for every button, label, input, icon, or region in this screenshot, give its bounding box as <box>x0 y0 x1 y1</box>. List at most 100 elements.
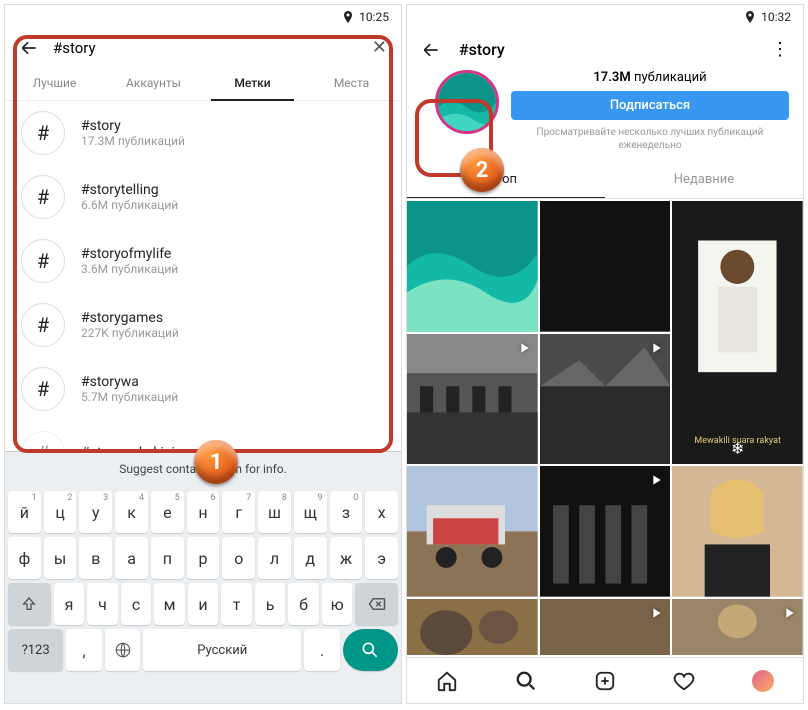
page-header: #story ⋮ <box>407 29 803 70</box>
story-ring[interactable] <box>435 70 499 134</box>
key-letter[interactable]: х <box>365 491 398 533</box>
nav-add[interactable] <box>565 658 644 703</box>
key-letter[interactable]: н6 <box>187 491 220 533</box>
result-item[interactable]: # #story17.3M публикаций <box>5 101 401 165</box>
key-letter[interactable]: в <box>79 537 112 579</box>
key-letter[interactable]: у3 <box>79 491 112 533</box>
key-letter[interactable]: ф <box>8 537 41 579</box>
search-input[interactable] <box>53 39 358 57</box>
post-thumbnail[interactable] <box>540 201 671 332</box>
key-letter[interactable]: ш8 <box>258 491 291 533</box>
search-tabs: Лучшие Аккаунты Метки Места <box>5 66 401 101</box>
post-thumbnail[interactable] <box>672 466 803 597</box>
post-thumbnail[interactable] <box>407 201 538 332</box>
key-letter[interactable]: ь <box>255 583 286 625</box>
tab-accounts[interactable]: Аккаунты <box>104 66 203 100</box>
post-thumbnail[interactable] <box>540 466 671 597</box>
key-letter[interactable]: г7 <box>222 491 255 533</box>
key-letter[interactable]: ц2 <box>44 491 77 533</box>
key-letter[interactable]: ю <box>322 583 353 625</box>
key-letter[interactable]: е5 <box>151 491 184 533</box>
nav-search[interactable] <box>486 658 565 703</box>
key-letter[interactable]: з0 <box>330 491 363 533</box>
key-letter[interactable]: м <box>154 583 185 625</box>
back-icon[interactable] <box>19 38 39 58</box>
key-letter[interactable]: т <box>221 583 252 625</box>
annotation-badge-2: 2 <box>460 148 504 192</box>
post-thumbnail[interactable] <box>672 599 803 655</box>
numeric-key[interactable]: ?123 <box>8 629 63 671</box>
key-letter[interactable]: и <box>188 583 219 625</box>
key-letter[interactable]: р <box>187 537 220 579</box>
tab-recent[interactable]: Недавние <box>605 162 803 198</box>
post-thumbnail[interactable] <box>540 599 671 655</box>
result-count: 3.6M публикаций <box>81 262 178 276</box>
result-count: 5.7M публикаций <box>81 390 178 404</box>
result-item[interactable]: # #storywa5.7M публикаций <box>5 357 401 421</box>
hash-icon: # <box>21 111 65 155</box>
video-icon <box>648 340 664 356</box>
key-letter[interactable]: ы <box>44 537 77 579</box>
post-thumbnail[interactable] <box>407 466 538 597</box>
hashtag-info: 17.3M публикаций Подписаться Просматрива… <box>407 70 803 152</box>
post-grid-2 <box>407 466 803 597</box>
more-icon[interactable]: ⋮ <box>771 39 789 60</box>
period-key[interactable]: . <box>304 629 340 671</box>
key-letter[interactable]: о <box>222 537 255 579</box>
nav-profile[interactable] <box>724 658 803 703</box>
key-letter[interactable]: щ9 <box>294 491 327 533</box>
annotation-badge-1: 1 <box>194 440 238 484</box>
key-letter[interactable]: с <box>121 583 152 625</box>
tab-places[interactable]: Места <box>302 66 401 100</box>
status-time: 10:32 <box>761 10 791 24</box>
bottom-nav <box>407 657 803 703</box>
keyboard: й1ц2у3к4е5н6г7ш8щ9з0х фывапролджэ ячсмит… <box>5 485 401 703</box>
status-time: 10:25 <box>359 10 389 24</box>
space-key[interactable]: Русский <box>143 629 301 671</box>
hashtag-screen: 10:32 #story ⋮ 17.3M публикаций Подписат… <box>406 4 804 704</box>
key-letter[interactable]: л <box>258 537 291 579</box>
key-letter[interactable]: ч <box>87 583 118 625</box>
post-thumbnail[interactable] <box>407 334 538 465</box>
nav-home[interactable] <box>407 658 486 703</box>
shift-key[interactable] <box>8 583 51 625</box>
nav-activity[interactable] <box>645 658 724 703</box>
key-letter[interactable]: п <box>151 537 184 579</box>
back-icon[interactable] <box>421 40 441 60</box>
status-bar: 10:25 <box>5 5 401 29</box>
post-grid-3 <box>407 599 803 655</box>
key-letter[interactable]: й1 <box>8 491 41 533</box>
key-letter[interactable]: ж <box>330 537 363 579</box>
clear-icon[interactable]: ✕ <box>372 37 387 58</box>
tab-tags[interactable]: Метки <box>203 66 302 100</box>
key-letter[interactable]: э <box>365 537 398 579</box>
search-key[interactable] <box>343 629 398 671</box>
tab-top[interactable]: Топ <box>407 162 605 198</box>
post-grid: Mewakili suara rakyat ❄ <box>407 201 803 464</box>
status-bar: 10:32 <box>407 5 803 29</box>
result-item[interactable]: # #storytelling6.6M публикаций <box>5 165 401 229</box>
hash-icon: # <box>21 239 65 283</box>
key-letter[interactable]: к4 <box>115 491 148 533</box>
post-thumbnail[interactable] <box>407 599 538 655</box>
post-thumbnail[interactable]: Mewakili suara rakyat ❄ <box>672 201 803 464</box>
key-letter[interactable]: а <box>115 537 148 579</box>
video-icon <box>516 340 532 356</box>
result-item[interactable]: # #storyofmylife3.6M публикаций <box>5 229 401 293</box>
result-tag: #storywa <box>81 374 178 390</box>
result-count: 17.3M публикаций <box>81 134 185 148</box>
comma-key[interactable]: , <box>66 629 102 671</box>
result-count: 227K публикаций <box>81 326 179 340</box>
result-item[interactable]: # #storygames227K публикаций <box>5 293 401 357</box>
globe-key[interactable] <box>105 629 141 671</box>
subscribe-description: Просматривайте несколько лучших публикац… <box>511 126 789 152</box>
backspace-key[interactable] <box>355 583 398 625</box>
tab-best[interactable]: Лучшие <box>5 66 104 100</box>
post-thumbnail[interactable] <box>540 334 671 465</box>
avatar <box>752 670 774 692</box>
key-letter[interactable]: б <box>288 583 319 625</box>
key-letter[interactable]: я <box>54 583 85 625</box>
key-letter[interactable]: д <box>294 537 327 579</box>
subscribe-button[interactable]: Подписаться <box>511 91 789 120</box>
video-icon <box>648 472 664 488</box>
